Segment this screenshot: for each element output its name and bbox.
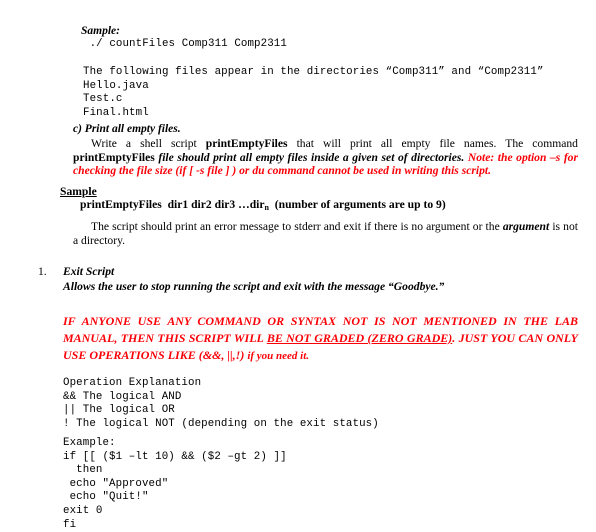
command-name-bold: printEmptyFiles	[205, 137, 288, 150]
command-name-bold: printEmptyFiles	[73, 150, 155, 164]
example-line: then	[63, 464, 103, 477]
para-text-bold-italic: file should print all empty files inside…	[154, 150, 468, 164]
example-line: exit 0	[63, 504, 103, 517]
sample-command-line: ./ countFiles Comp311 Comp2311	[83, 38, 287, 50]
argument-emphasis: argument	[502, 220, 550, 233]
sample-output-block: The following files appear in the direct…	[83, 66, 544, 120]
exit-script-description: Allows the user to stop running the scri…	[63, 279, 445, 293]
operations-line: && The logical AND	[63, 390, 182, 403]
example-line: echo "Approved"	[63, 477, 169, 490]
section-c-paragraph: Write a shell script printEmptyFiles tha…	[73, 137, 578, 178]
operations-line: ! The logical NOT (depending on the exit…	[63, 417, 379, 430]
warning-notice: IF ANYONE USE ANY COMMAND OR SYNTAX NOT …	[63, 313, 578, 365]
warning-text-part-3: if you need it.	[247, 350, 310, 362]
example-line: if [[ ($1 –lt 10) && ($2 –gt 2) ]]	[63, 450, 287, 463]
operations-line: || The logical OR	[63, 404, 175, 417]
sample-section-heading: Sample	[60, 185, 97, 198]
sample-output-line: Final.html	[83, 106, 149, 119]
usage-subscript: n	[264, 203, 269, 212]
sample-label: Sample:	[81, 25, 120, 37]
para-text: Write a shell script	[91, 137, 206, 150]
example-line: fi	[63, 518, 77, 531]
para-text: The script should print an error message…	[91, 220, 503, 233]
document-page: Sample: ./ countFiles Comp311 Comp2311 T…	[0, 0, 596, 531]
warning-underlined-text: BE NOT GRADED (ZERO GRADE)	[266, 331, 453, 345]
sample-output-line: The following files appear in the direct…	[83, 66, 544, 78]
example-line: echo "Quit!"	[63, 491, 149, 504]
para-text: that will print all empty file names. Th…	[287, 137, 578, 150]
exit-script-title: Exit Script	[63, 265, 115, 278]
example-line: Example:	[63, 437, 116, 449]
usage-note: (number of arguments are up to 9)	[269, 198, 446, 211]
section-c-heading: c) Print all empty files.	[73, 123, 181, 135]
operations-explanation-block: Operation Explanation && The logical AND…	[63, 377, 379, 431]
list-item-body: Exit Script Allows the user to stop runn…	[63, 265, 444, 294]
section-c-paragraph-2: The script should print an error message…	[73, 220, 578, 247]
usage-command: printEmptyFiles dir1 dir2 dir3 …dir	[80, 198, 265, 211]
example-code-block: Example: if [[ ($1 –lt 10) && ($2 –gt 2)…	[63, 437, 287, 532]
sample-usage-line: printEmptyFiles dir1 dir2 dir3 …dirn (nu…	[80, 198, 446, 213]
sample-output-line: Test.c	[83, 93, 123, 106]
list-item-marker: 1.	[38, 265, 47, 278]
operations-line: Operation Explanation	[63, 377, 202, 389]
sample-output-line: Hello.java	[83, 79, 149, 92]
